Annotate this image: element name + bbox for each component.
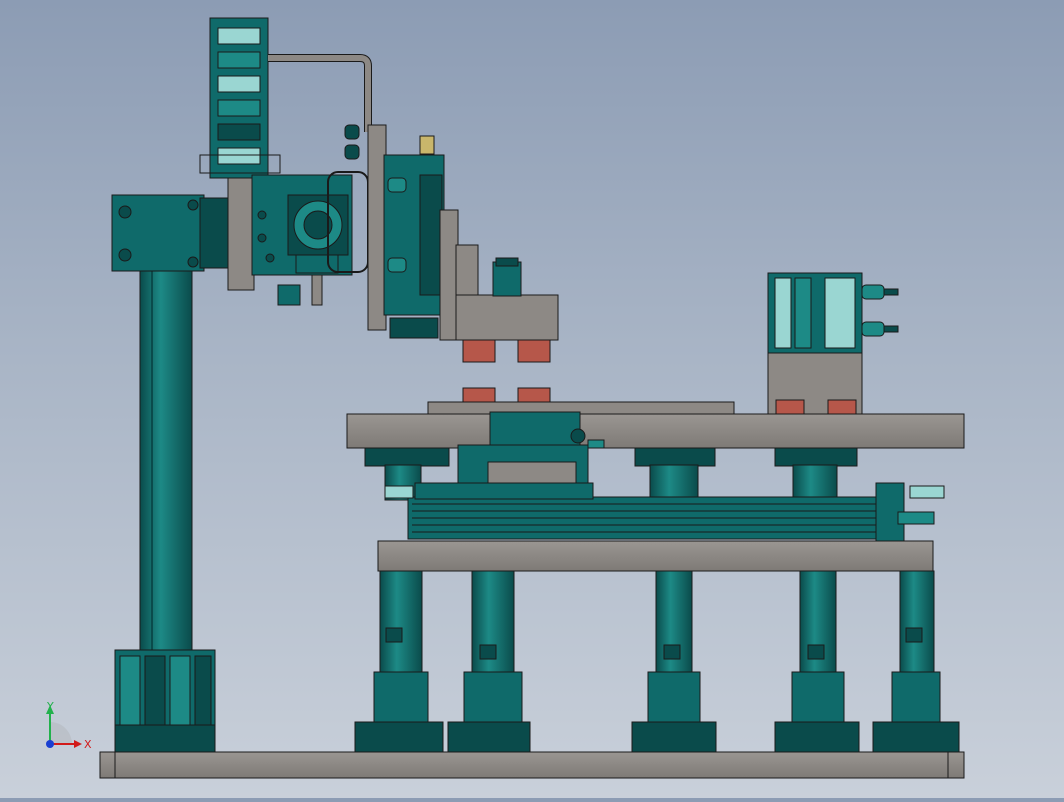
leg-5 bbox=[872, 570, 960, 753]
top-table-plate bbox=[346, 413, 965, 449]
cad-viewport[interactable]: Y X bbox=[0, 0, 1064, 798]
vertical-slide-plate bbox=[344, 124, 459, 341]
gripper-head-assembly bbox=[227, 171, 369, 306]
z-axis-dot bbox=[46, 740, 54, 748]
right-cylinder-unit bbox=[767, 272, 899, 416]
leg-3 bbox=[631, 570, 717, 753]
leg-2 bbox=[447, 570, 531, 753]
leg-1 bbox=[354, 570, 444, 753]
horizontal-arm bbox=[111, 194, 231, 272]
leg-4 bbox=[774, 570, 860, 753]
lower-support-legs bbox=[354, 570, 960, 753]
coordinate-triad[interactable]: Y X bbox=[46, 700, 92, 751]
upper-tool-block bbox=[455, 244, 559, 363]
fixture-plate bbox=[427, 387, 735, 415]
y-axis-label: Y bbox=[46, 700, 54, 713]
cable-drag-chain bbox=[199, 17, 372, 179]
base-plate bbox=[99, 751, 965, 779]
x-axis-label: X bbox=[84, 738, 92, 751]
lower-table-plate bbox=[377, 540, 934, 572]
left-column-base-clamp bbox=[114, 649, 216, 753]
machine-assembly-drawing: Y X bbox=[46, 17, 965, 779]
left-column bbox=[139, 264, 193, 656]
